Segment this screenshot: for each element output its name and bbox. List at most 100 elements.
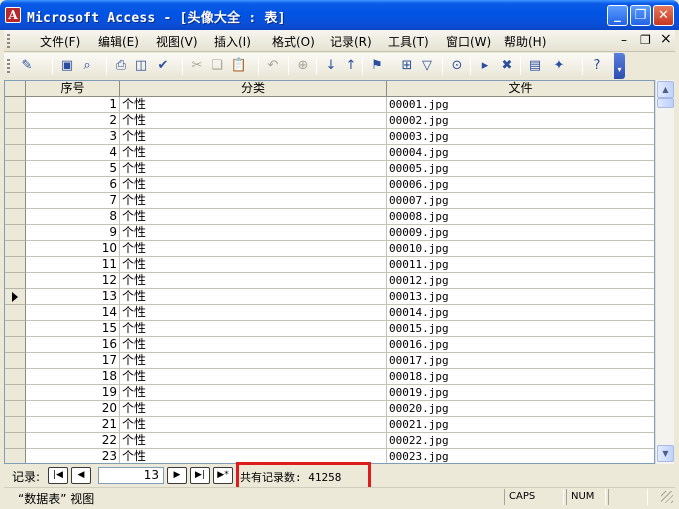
menu-item-6[interactable]: 工具(T) [388, 33, 429, 50]
menubar-grip-icon[interactable] [7, 34, 10, 48]
table-cell-id[interactable]: 22 [26, 433, 120, 449]
table-cell-file[interactable]: 00011.jpg [387, 257, 654, 273]
table-cell-file[interactable]: 00018.jpg [387, 369, 654, 385]
scroll-thumb[interactable] [657, 98, 674, 108]
table-cell-file[interactable]: 00017.jpg [387, 353, 654, 369]
maximize-button[interactable]: ❐ [630, 5, 651, 26]
previous-record-button[interactable]: ◀ [71, 467, 91, 484]
table-cell-category[interactable]: 个性 [120, 417, 387, 433]
menu-item-1[interactable]: 编辑(E) [98, 33, 139, 50]
table-cell-file[interactable]: 00019.jpg [387, 385, 654, 401]
document-restore-button[interactable]: ❐ [640, 33, 651, 47]
row-selector[interactable] [5, 273, 26, 289]
table-cell-id[interactable]: 6 [26, 177, 120, 193]
table-cell-category[interactable]: 个性 [120, 305, 387, 321]
table-cell-category[interactable]: 个性 [120, 353, 387, 369]
document-minimize-button[interactable]: – [621, 33, 627, 47]
row-selector[interactable] [5, 145, 26, 161]
row-selector[interactable] [5, 97, 26, 113]
database-window-icon[interactable]: ▤ [526, 57, 544, 75]
help-icon[interactable]: ? [588, 57, 606, 75]
table-cell-category[interactable]: 个性 [120, 177, 387, 193]
row-selector[interactable] [5, 113, 26, 129]
table-cell-file[interactable]: 00015.jpg [387, 321, 654, 337]
table-cell-file[interactable]: 00016.jpg [387, 337, 654, 353]
resize-grip-icon[interactable] [661, 491, 673, 503]
cut-icon[interactable]: ✂ [188, 57, 206, 75]
table-cell-id[interactable]: 19 [26, 385, 120, 401]
scroll-down-button[interactable]: ▼ [657, 445, 674, 462]
table-cell-id[interactable]: 23 [26, 449, 120, 463]
sort-ascending-icon[interactable]: ↓ [322, 57, 340, 75]
print-preview-icon[interactable]: ◫ [132, 57, 150, 75]
row-selector[interactable] [5, 417, 26, 433]
table-cell-category[interactable]: 个性 [120, 401, 387, 417]
undo-icon[interactable]: ↶ [264, 57, 282, 75]
menu-item-4[interactable]: 格式(O) [272, 33, 315, 50]
table-cell-file[interactable]: 00020.jpg [387, 401, 654, 417]
first-record-button[interactable]: |◀ [48, 467, 68, 484]
row-selector[interactable] [5, 257, 26, 273]
table-cell-category[interactable]: 个性 [120, 289, 387, 305]
row-selector[interactable] [5, 321, 26, 337]
delete-record-icon[interactable]: ✖ [498, 57, 516, 75]
table-cell-category[interactable]: 个性 [120, 433, 387, 449]
hyperlink-icon[interactable]: ⊕ [294, 57, 312, 75]
row-selector[interactable] [5, 353, 26, 369]
toolbar-options-button[interactable]: ▾ [614, 53, 625, 79]
table-cell-category[interactable]: 个性 [120, 257, 387, 273]
table-cell-file[interactable]: 00008.jpg [387, 209, 654, 225]
table-cell-id[interactable]: 17 [26, 353, 120, 369]
table-cell-id[interactable]: 11 [26, 257, 120, 273]
column-header-1[interactable]: 分类 [120, 81, 387, 97]
menu-item-2[interactable]: 视图(V) [156, 33, 198, 50]
table-cell-file[interactable]: 00022.jpg [387, 433, 654, 449]
row-selector[interactable] [5, 241, 26, 257]
close-button[interactable]: ✕ [653, 5, 674, 26]
table-cell-category[interactable]: 个性 [120, 337, 387, 353]
row-selector[interactable] [5, 449, 26, 463]
paste-icon[interactable]: 📋 [230, 57, 248, 75]
minimize-button[interactable]: _ [607, 5, 628, 26]
menu-item-8[interactable]: 帮助(H) [504, 33, 546, 50]
table-cell-file[interactable]: 00014.jpg [387, 305, 654, 321]
row-selector[interactable] [5, 433, 26, 449]
next-record-button[interactable]: ▶ [167, 467, 187, 484]
menu-item-0[interactable]: 文件(F) [40, 33, 80, 50]
table-cell-id[interactable]: 18 [26, 369, 120, 385]
table-cell-file[interactable]: 00012.jpg [387, 273, 654, 289]
search-file-icon[interactable]: ⌕ [78, 57, 96, 75]
table-cell-file[interactable]: 00004.jpg [387, 145, 654, 161]
table-cell-file[interactable]: 00009.jpg [387, 225, 654, 241]
row-selector[interactable] [5, 209, 26, 225]
table-cell-file[interactable]: 00006.jpg [387, 177, 654, 193]
find-icon[interactable]: ⊙ [448, 57, 466, 75]
row-selector[interactable] [5, 177, 26, 193]
access-app-icon[interactable]: A [5, 7, 21, 23]
table-cell-file[interactable]: 00007.jpg [387, 193, 654, 209]
table-cell-category[interactable]: 个性 [120, 225, 387, 241]
table-cell-id[interactable]: 13 [26, 289, 120, 305]
table-cell-id[interactable]: 20 [26, 401, 120, 417]
table-cell-id[interactable]: 8 [26, 209, 120, 225]
table-cell-id[interactable]: 16 [26, 337, 120, 353]
save-icon[interactable]: ▣ [58, 57, 76, 75]
table-cell-id[interactable]: 9 [26, 225, 120, 241]
select-all-corner[interactable] [5, 81, 26, 97]
table-cell-file[interactable]: 00023.jpg [387, 449, 654, 463]
menu-item-3[interactable]: 插入(I) [214, 33, 251, 50]
apply-filter-icon[interactable]: ▽ [418, 57, 436, 75]
table-cell-category[interactable]: 个性 [120, 241, 387, 257]
table-cell-id[interactable]: 12 [26, 273, 120, 289]
table-cell-id[interactable]: 2 [26, 113, 120, 129]
table-cell-category[interactable]: 个性 [120, 369, 387, 385]
table-cell-file[interactable]: 00002.jpg [387, 113, 654, 129]
table-cell-file[interactable]: 00001.jpg [387, 97, 654, 113]
spelling-icon[interactable]: ✔ [154, 57, 172, 75]
table-cell-category[interactable]: 个性 [120, 193, 387, 209]
table-cell-file[interactable]: 00021.jpg [387, 417, 654, 433]
table-cell-category[interactable]: 个性 [120, 113, 387, 129]
table-cell-file[interactable]: 00010.jpg [387, 241, 654, 257]
row-selector[interactable] [5, 369, 26, 385]
row-selector[interactable] [5, 193, 26, 209]
